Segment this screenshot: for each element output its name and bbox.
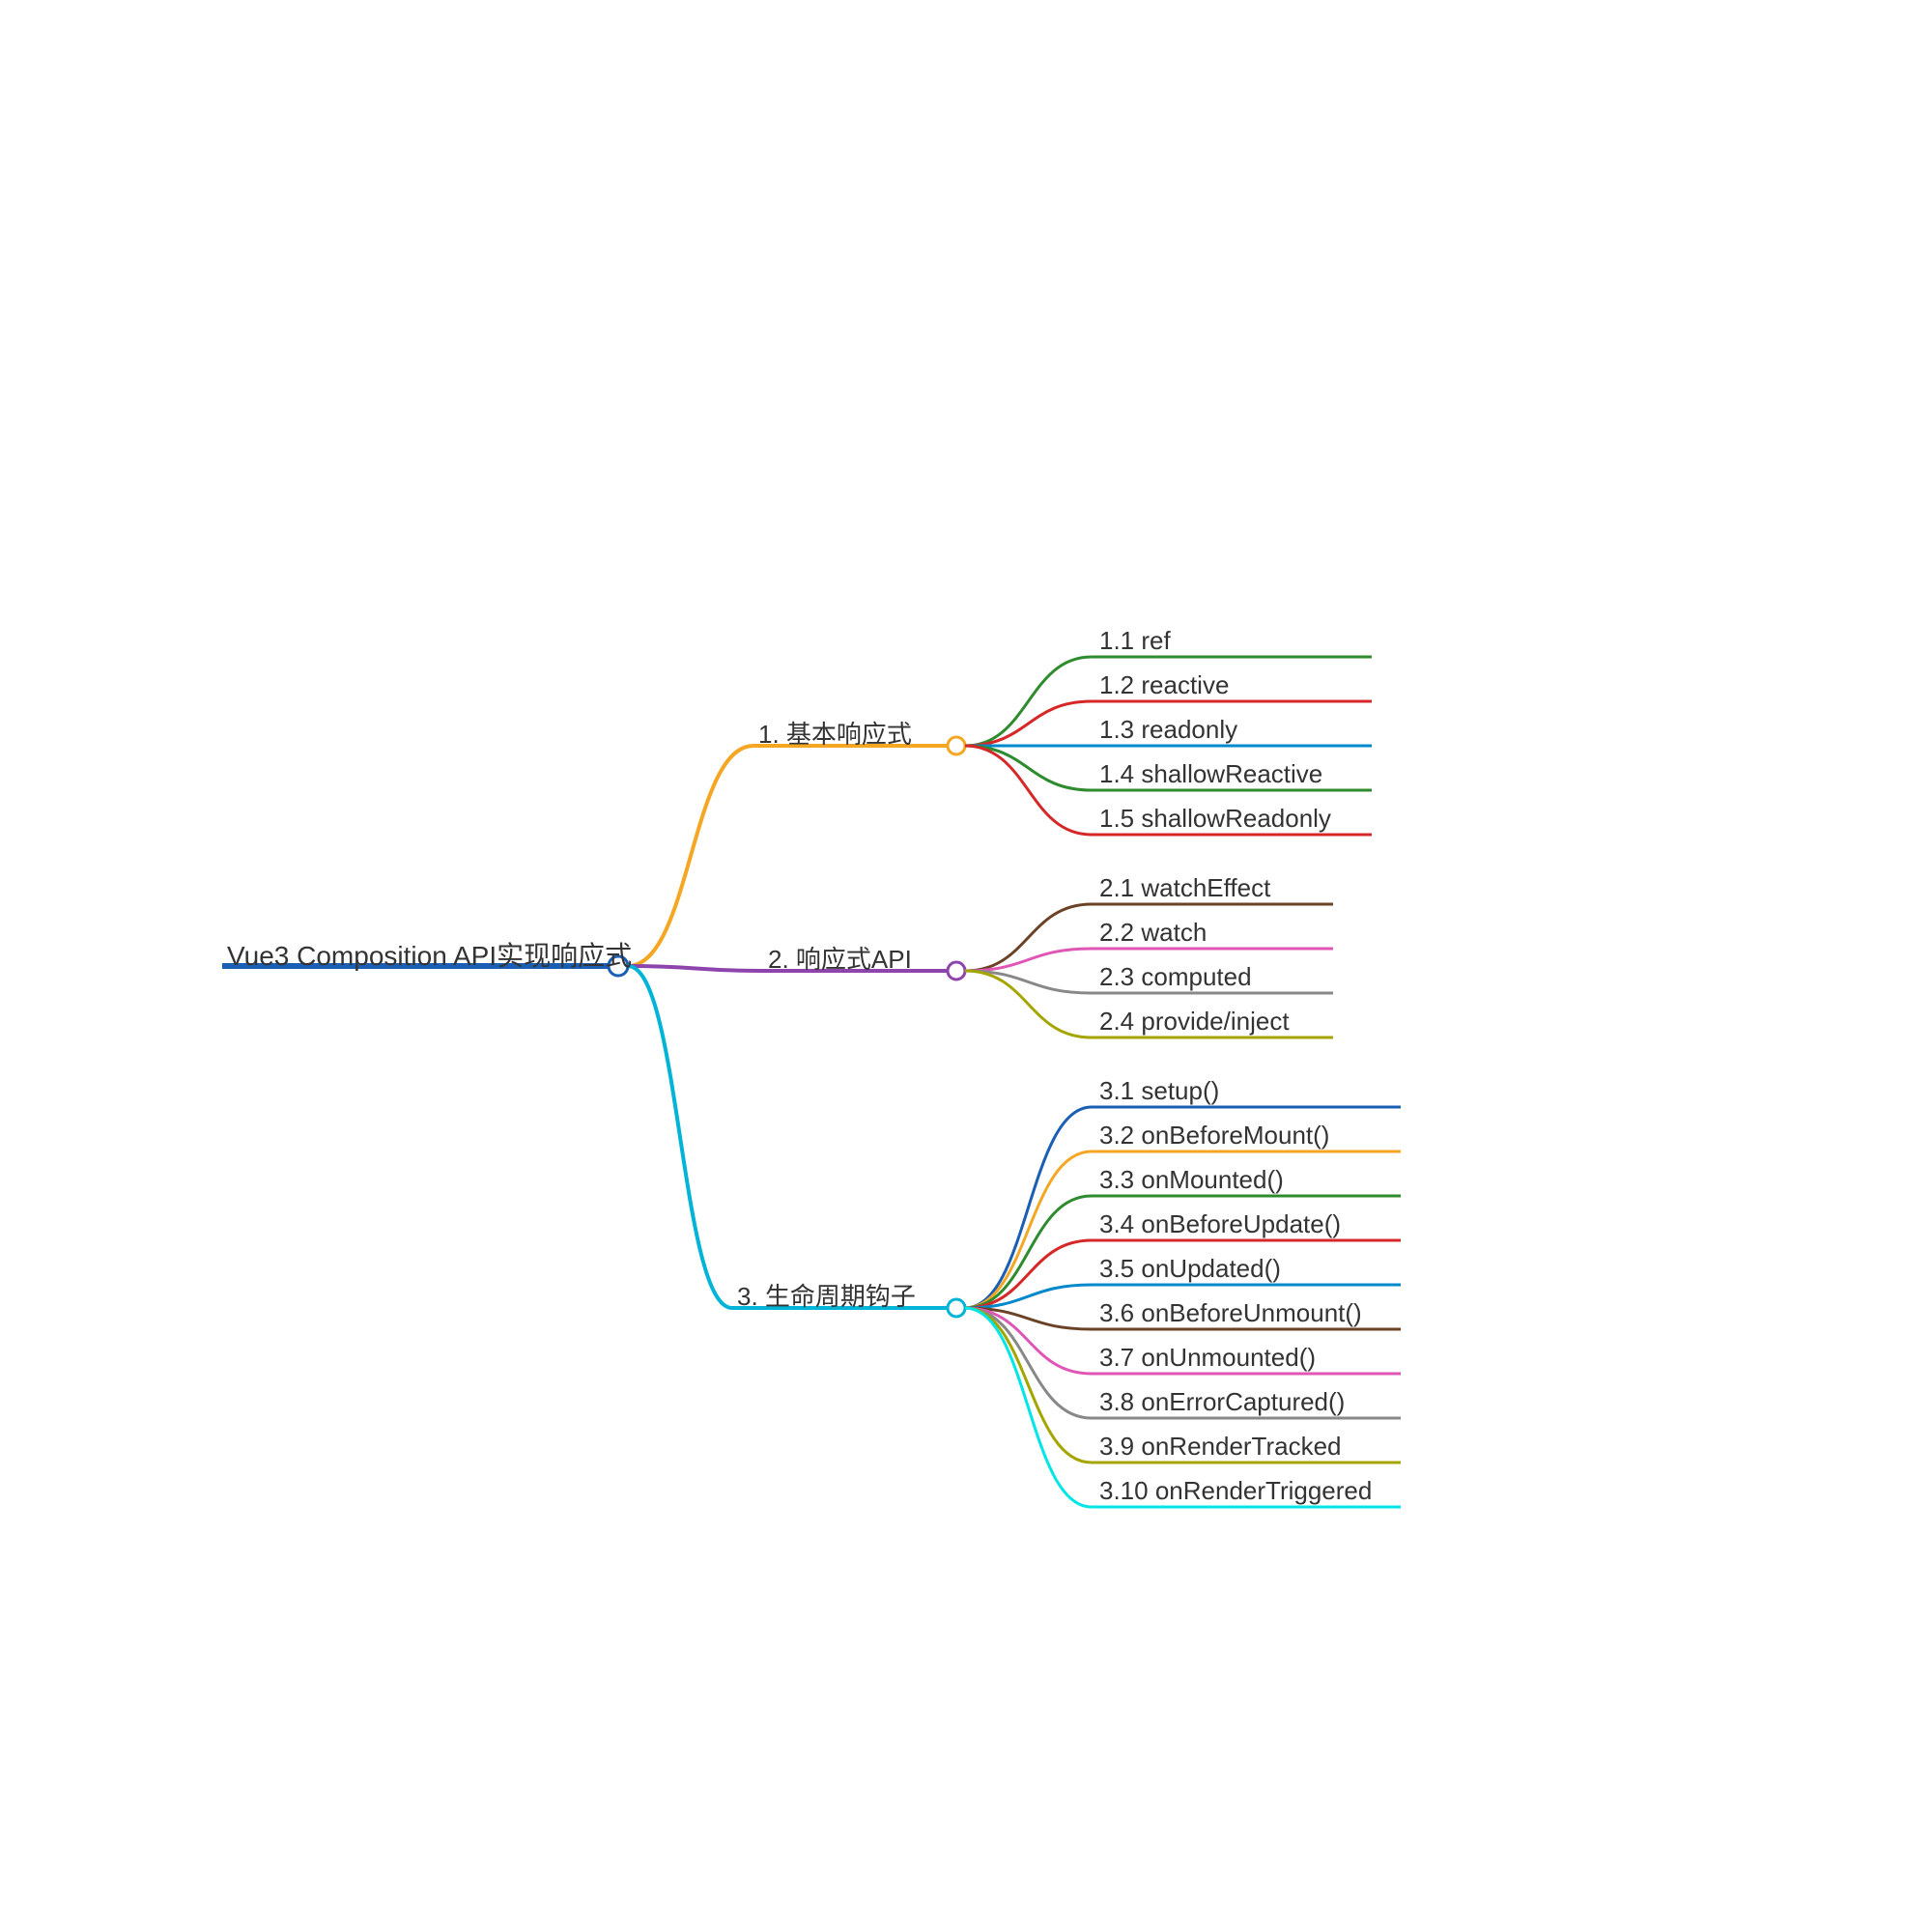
leaf-3-3: 3.3 onMounted()	[1099, 1165, 1284, 1195]
root-node: Vue3 Composition API实现响应式	[227, 935, 632, 974]
leaf-2-3: 2.3 computed	[1099, 962, 1252, 992]
branch-1: 1. 基本响应式	[758, 715, 912, 751]
leaf-1-5: 1.5 shallowReadonly	[1099, 804, 1331, 834]
leaf-3-5: 3.5 onUpdated()	[1099, 1254, 1281, 1284]
leaf-3-8: 3.8 onErrorCaptured()	[1099, 1387, 1345, 1417]
leaf-1-4: 1.4 shallowReactive	[1099, 759, 1322, 789]
leaf-1-3: 1.3 readonly	[1099, 715, 1237, 745]
branch-2: 2. 响应式API	[768, 940, 912, 976]
leaf-3-1: 3.1 setup()	[1099, 1076, 1219, 1106]
leaf-2-4: 2.4 provide/inject	[1099, 1007, 1290, 1037]
leaf-3-4: 3.4 onBeforeUpdate()	[1099, 1209, 1341, 1239]
leaf-3-9: 3.9 onRenderTracked	[1099, 1432, 1342, 1462]
leaf-2-2: 2.2 watch	[1099, 918, 1207, 948]
leaf-3-10: 3.10 onRenderTriggered	[1099, 1476, 1372, 1506]
leaf-3-2: 3.2 onBeforeMount()	[1099, 1121, 1329, 1151]
branch-3: 3. 生命周期钩子	[737, 1277, 916, 1313]
leaf-2-1: 2.1 watchEffect	[1099, 873, 1270, 903]
leaf-1-2: 1.2 reactive	[1099, 670, 1229, 700]
leaf-1-1: 1.1 ref	[1099, 626, 1171, 656]
leaf-3-7: 3.7 onUnmounted()	[1099, 1343, 1316, 1373]
leaf-3-6: 3.6 onBeforeUnmount()	[1099, 1298, 1362, 1328]
